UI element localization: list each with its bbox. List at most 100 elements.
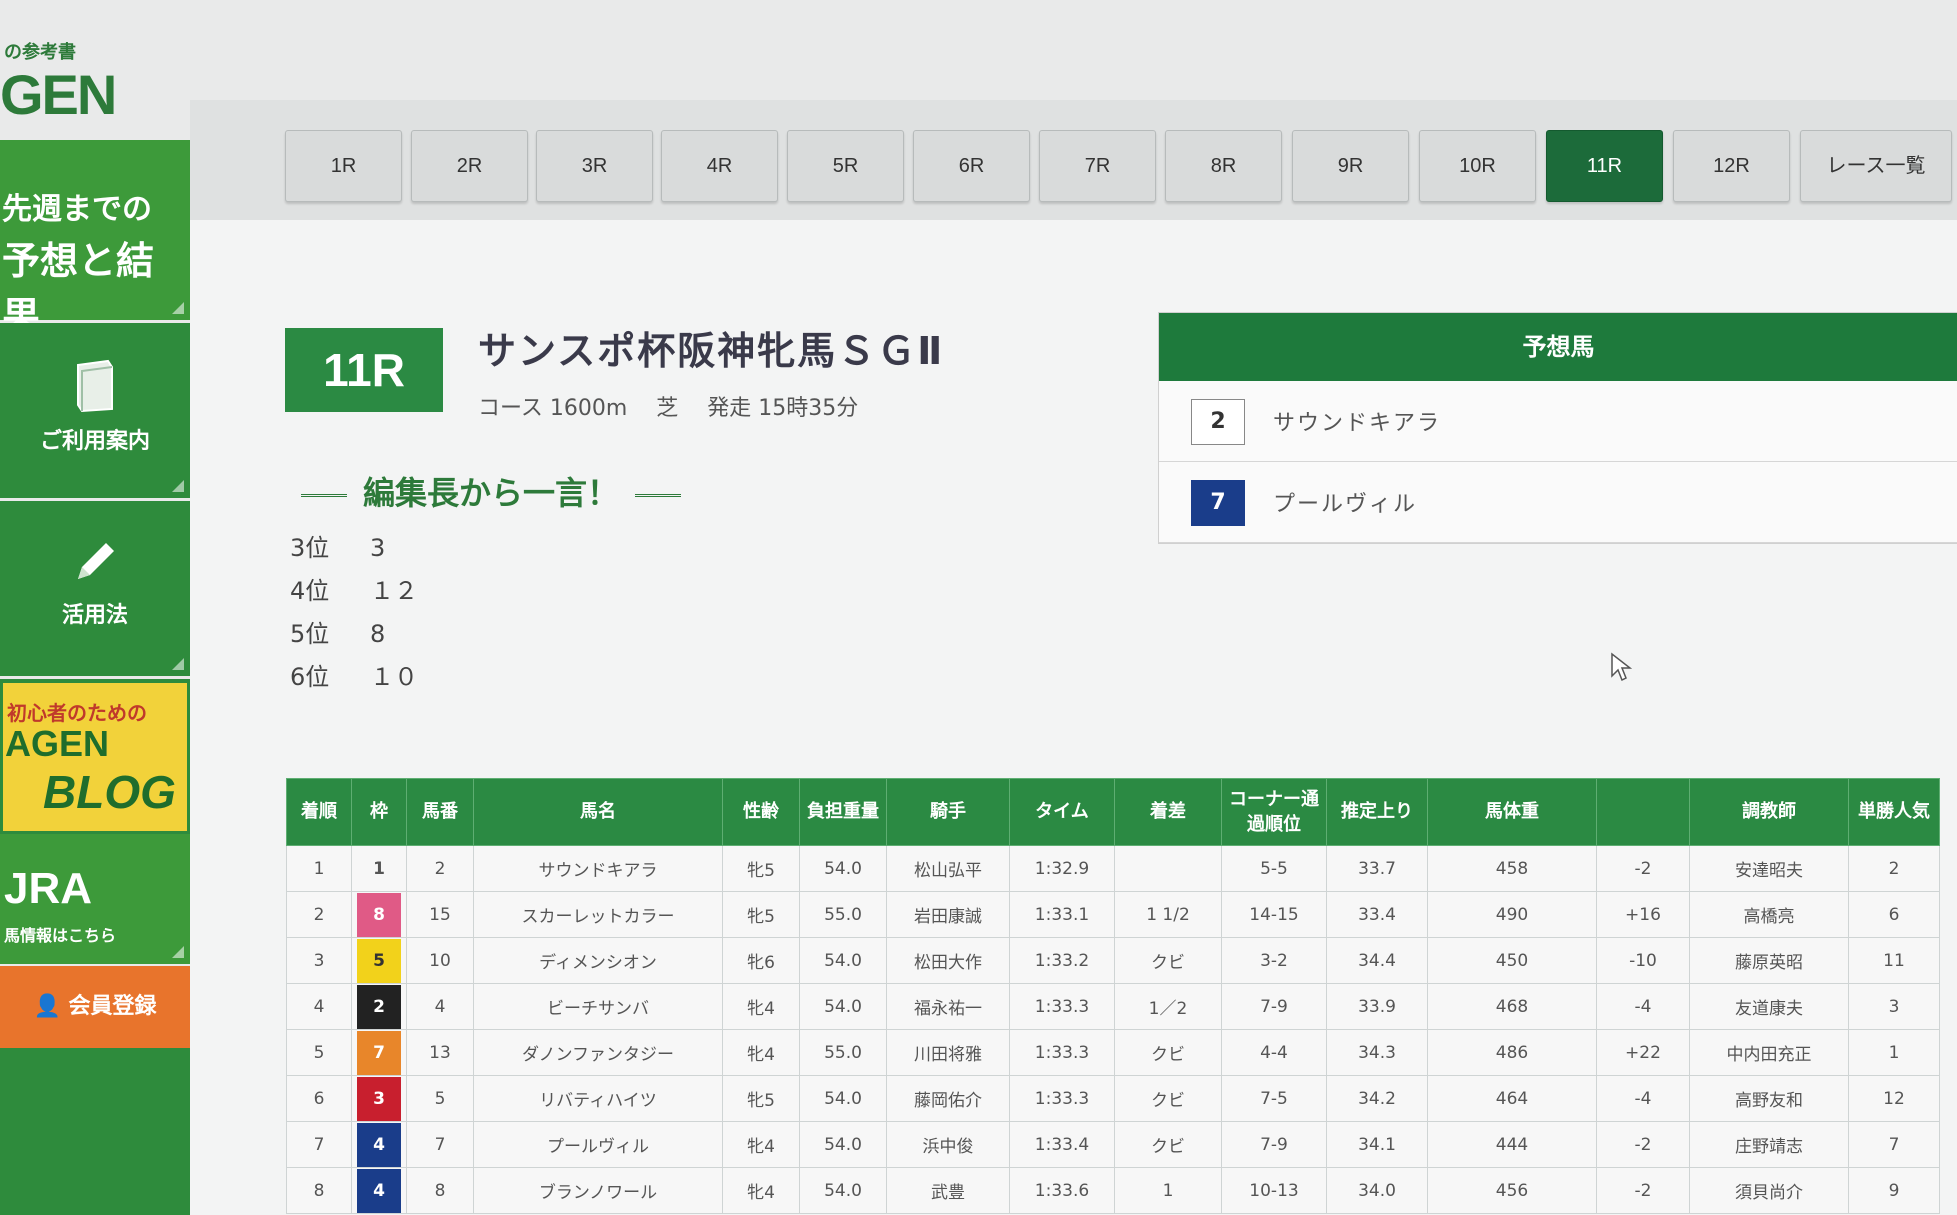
result-cell: 54.0	[799, 1075, 887, 1122]
result-row[interactable]: 5 7 13 ダノンファンタジー 牝4 55.0 川田将雅 1:33.3 クビ 4-4 34.3 48…	[286, 1029, 1940, 1076]
member-label: 会員登録	[68, 994, 157, 1019]
race-tab[interactable]: 6R	[913, 130, 1030, 202]
race-tab[interactable]: 4R	[661, 130, 778, 202]
result-cell: 武豊	[886, 1167, 1010, 1214]
result-cell: スカーレットカラー	[473, 891, 723, 938]
results-header-row: 着順枠馬番 馬名 性齢 負担重量 騎手 タイム 着差 コーナー通過順位 推定上り 馬体重 調教師 単勝…	[286, 778, 1940, 846]
result-cell: 1	[286, 845, 352, 892]
result-cell	[1114, 845, 1222, 892]
results-line1: 先週までの	[2, 192, 152, 227]
result-cell: 庄野靖志	[1689, 1121, 1849, 1168]
race-tab[interactable]: 2R	[411, 130, 528, 202]
site-logo[interactable]: の参考書 GEN	[0, 28, 190, 128]
results-table: 着順枠馬番 馬名 性齢 負担重量 騎手 タイム 着差 コーナー通過順位 推定上り 馬体重 調教師 単勝…	[286, 778, 1940, 1214]
frame-cell: 2	[351, 983, 407, 1030]
result-cell: 2	[1848, 845, 1940, 892]
result-cell: -4	[1596, 1075, 1690, 1122]
result-cell: 5-5	[1221, 845, 1327, 892]
result-cell: 3	[286, 937, 352, 984]
result-cell: 浜中俊	[886, 1121, 1010, 1168]
sidebar-blog-banner[interactable]: 初心者のための AGEN BLOG	[0, 680, 190, 834]
pick-value: １２	[370, 577, 418, 605]
member-register-button[interactable]: 👤 会員登録	[0, 966, 190, 1048]
race-tab[interactable]: 1R	[285, 130, 402, 202]
prediction-panel: 予想馬 2 サウンドキアラ 7 プールヴィル	[1158, 312, 1957, 544]
result-cell: -10	[1596, 937, 1690, 984]
result-cell: 牝6	[722, 937, 800, 984]
result-cell: 54.0	[799, 845, 887, 892]
sidebar-results-link[interactable]: 先週までの 予想と結果	[0, 140, 190, 338]
result-cell: サウンドキアラ	[473, 845, 723, 892]
result-cell: 中内田充正	[1689, 1029, 1849, 1076]
blog-line2: AGEN	[5, 723, 110, 764]
corner-arrow-icon	[172, 302, 184, 314]
result-cell: 33.7	[1326, 845, 1428, 892]
sidebar-usage-link[interactable]: 活用法	[0, 501, 190, 679]
race-tab[interactable]: 3R	[536, 130, 653, 202]
result-cell: 1／2	[1114, 983, 1222, 1030]
result-cell: 456	[1427, 1167, 1597, 1214]
race-tab[interactable]: 9R	[1292, 130, 1409, 202]
pick-value: 8	[370, 620, 386, 648]
race-tab[interactable]: 12R	[1673, 130, 1790, 202]
result-cell: 10	[406, 937, 474, 984]
frame-number: 8	[357, 892, 401, 937]
result-cell: 4-4	[1221, 1029, 1327, 1076]
prediction-row[interactable]: 7 プールヴィル	[1159, 462, 1957, 543]
pick-value: 3	[370, 534, 386, 562]
prediction-row[interactable]: 2 サウンドキアラ	[1159, 381, 1957, 462]
result-cell: 松田大作	[886, 937, 1010, 984]
race-tab[interactable]: 10R	[1419, 130, 1536, 202]
result-cell: 牝5	[722, 1075, 800, 1122]
column-header: 推定上り	[1326, 778, 1428, 846]
frame-number: 4	[357, 1122, 401, 1167]
result-cell: 6	[286, 1075, 352, 1122]
result-row[interactable]: 7 4 7 プールヴィル 牝4 54.0 浜中俊 1:33.4 クビ 7-9 34.1 444 -2 庄野…	[286, 1121, 1940, 1168]
result-row[interactable]: 8 4 8 ブランノワール 牝4 54.0 武豊 1:33.6 1 10-13 34.0 456 -2 須…	[286, 1167, 1940, 1214]
result-cell: 7	[286, 1121, 352, 1168]
result-cell: 高橋亮	[1689, 891, 1849, 938]
frame-number: 3	[357, 1076, 401, 1121]
result-cell: 3	[1848, 983, 1940, 1030]
column-header: 負担重量	[799, 778, 887, 846]
pencil-icon	[78, 543, 114, 579]
race-tab[interactable]: 5R	[787, 130, 904, 202]
race-info: コース 1600m 芝 発走 15時35分	[478, 396, 859, 421]
result-cell: 450	[1427, 937, 1597, 984]
result-row[interactable]: 4 2 4 ビーチサンバ 牝4 54.0 福永祐一 1:33.3 1／2 7-9 33.9 468 -4…	[286, 983, 1940, 1030]
race-tab[interactable]: 8R	[1165, 130, 1282, 202]
result-cell: クビ	[1114, 1029, 1222, 1076]
result-cell: 藤岡佑介	[886, 1075, 1010, 1122]
result-cell: 4	[406, 983, 474, 1030]
result-cell: ディメンシオン	[473, 937, 723, 984]
logo-tagline: の参考書	[4, 42, 76, 63]
frame-cell: 3	[351, 1075, 407, 1122]
result-cell: 8	[406, 1167, 474, 1214]
result-cell: 牝4	[722, 983, 800, 1030]
race-tab[interactable]: 7R	[1039, 130, 1156, 202]
frame-cell: 7	[351, 1029, 407, 1076]
result-cell: 1 1/2	[1114, 891, 1222, 938]
race-tab[interactable]: レース一覧	[1800, 130, 1952, 202]
result-cell: -2	[1596, 1167, 1690, 1214]
sidebar-jra-link[interactable]: JRA 馬情報はこちら	[0, 834, 190, 967]
frame-cell: 5	[351, 937, 407, 984]
column-header: 馬名	[473, 778, 723, 846]
result-row[interactable]: 1 1 2 サウンドキアラ 牝5 54.0 松山弘平 1:32.9 5-5 33.7 458 -2 安達…	[286, 845, 1940, 892]
result-cell: 12	[1848, 1075, 1940, 1122]
race-number-badge: 11R	[285, 328, 443, 412]
result-row[interactable]: 2 8 15 スカーレットカラー 牝5 55.0 岩田康誠 1:33.1 1 1/2 14-15 3…	[286, 891, 1940, 938]
blog-line3: BLOG	[43, 766, 176, 818]
result-cell: 54.0	[799, 983, 887, 1030]
result-row[interactable]: 3 5 10 ディメンシオン 牝6 54.0 松田大作 1:33.2 クビ 3-2 34.4 450-…	[286, 937, 1940, 984]
pick-position: 6位	[290, 663, 330, 691]
race-tab[interactable]: 11R	[1546, 130, 1663, 202]
column-header: 馬体重	[1427, 778, 1597, 846]
result-cell: 486	[1427, 1029, 1597, 1076]
column-header	[1596, 778, 1690, 846]
column-header: 性齢	[722, 778, 800, 846]
logo-wordmark: GEN	[0, 63, 117, 126]
result-row[interactable]: 6 3 5 リバティハイツ 牝5 54.0 藤岡佑介 1:33.3 クビ 7-5 34.2 464 -4…	[286, 1075, 1940, 1122]
result-cell: 1:33.1	[1009, 891, 1115, 938]
sidebar-guide-link[interactable]: ご利用案内	[0, 323, 190, 501]
